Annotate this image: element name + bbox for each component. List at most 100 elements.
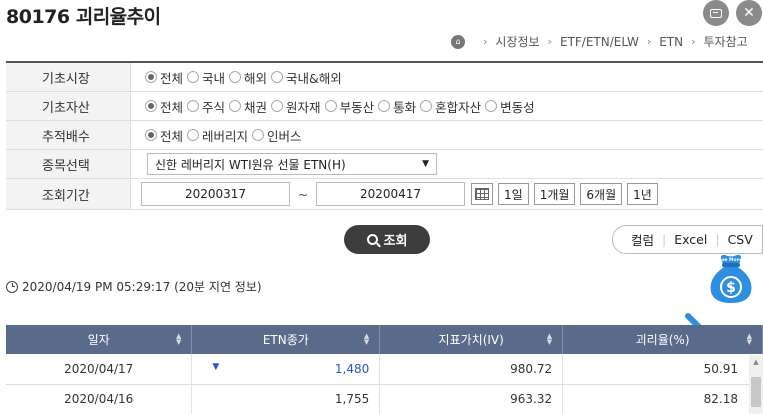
start-date-input[interactable]: 20200317 <box>141 182 290 206</box>
radio-asset-currency[interactable]: 통화 <box>378 97 416 116</box>
scroll-thumb[interactable] <box>751 377 761 407</box>
scroll-up-icon[interactable]: ▲ <box>749 355 763 369</box>
table-scrollbar[interactable]: ▲ <box>749 355 763 414</box>
radio-asset-all[interactable]: 전체 <box>145 97 183 116</box>
clock-icon <box>6 280 18 293</box>
period-1m-button[interactable]: 1개월 <box>533 183 576 205</box>
breadcrumb-item-etf[interactable]: ETF/ETN/ELW <box>560 35 639 49</box>
cell-iv: 963.32 <box>379 384 564 414</box>
radio-icon[interactable] <box>420 100 433 112</box>
radio-label: 해외 <box>244 70 268 86</box>
radio-icon[interactable] <box>324 100 337 112</box>
expand-button[interactable] <box>703 0 729 26</box>
radio-market-both[interactable]: 국내&해외 <box>271 68 342 87</box>
radio-multiple-inverse[interactable]: 인버스 <box>252 126 302 145</box>
close-button[interactable]: ✕ <box>736 0 762 26</box>
radio-label: 전체 <box>160 99 184 115</box>
period-1y-button[interactable]: 1년 <box>627 183 658 205</box>
sort-icon[interactable]: ▲ ▼ <box>176 333 181 346</box>
radio-asset-bond[interactable]: 채권 <box>229 97 267 116</box>
radio-icon[interactable] <box>145 71 157 83</box>
radio-label: 통화 <box>393 99 417 115</box>
money-bag-symbol: $ <box>726 280 736 296</box>
radio-icon[interactable] <box>187 129 200 141</box>
product-select[interactable]: 신한 레버리지 WTI원유 선물 ETN(H) ▼ <box>147 153 437 175</box>
breadcrumb-item-market[interactable]: 시장정보 <box>495 33 539 50</box>
filter-label: 종목선택 <box>6 150 131 178</box>
radio-asset-mixed[interactable]: 혼합자산 <box>420 97 481 116</box>
column-header-gap[interactable]: 괴리율(%) ▲ ▼ <box>562 325 763 354</box>
breadcrumb: ⌂ › 시장정보 › ETF/ETN/ELW › ETN › 투자참고 <box>451 33 748 50</box>
radio-icon[interactable] <box>271 100 284 112</box>
radio-icon[interactable] <box>229 71 242 83</box>
money-bag-label: Blue Money <box>716 257 746 263</box>
search-button[interactable]: 조회 <box>344 225 430 254</box>
radio-multiple-all[interactable]: 전체 <box>145 126 183 145</box>
home-icon[interactable]: ⌂ <box>451 34 465 49</box>
radio-icon[interactable] <box>187 71 200 83</box>
radio-icon[interactable] <box>252 129 265 141</box>
cell-gap: 82.18 <box>562 384 763 414</box>
table-header-row: 일자 ▲ ▼ ETN종가 ▲ ▼ 지표가치(IV) ▲ ▼ 괴리율(%) ▲ ▼ <box>6 325 763 354</box>
breadcrumb-item-etn[interactable]: ETN <box>659 35 683 49</box>
column-header-label: 괴리율(%) <box>635 333 690 347</box>
radio-icon[interactable] <box>145 129 157 141</box>
dropdown-arrow-icon: ▼ <box>422 159 429 169</box>
radio-market-domestic[interactable]: 국내 <box>187 68 225 87</box>
breadcrumb-separator: › <box>691 35 696 48</box>
calendar-button[interactable] <box>471 183 493 205</box>
timestamp-text: 2020/04/19 PM 05:29:17 (20분 지연 정보) <box>22 280 262 294</box>
radio-asset-stock[interactable]: 주식 <box>187 97 225 116</box>
radio-icon[interactable] <box>378 100 391 112</box>
expand-icon <box>710 8 722 18</box>
gap-trend-table: 일자 ▲ ▼ ETN종가 ▲ ▼ 지표가치(IV) ▲ ▼ 괴리율(%) ▲ ▼ 2020/04… <box>6 325 763 414</box>
sort-icon[interactable]: ▲ ▼ <box>364 333 369 346</box>
breadcrumb-item-reference[interactable]: 투자참고 <box>704 33 748 50</box>
money-bag-icon: Blue Money $ <box>710 254 752 303</box>
breadcrumb-separator: › <box>547 35 552 48</box>
filter-label: 기초자산 <box>6 92 131 120</box>
radio-icon[interactable] <box>229 100 242 112</box>
excel-export-button[interactable]: Excel <box>674 232 707 247</box>
product-select-wrap: 신한 레버리지 WTI원유 선물 ETN(H) ▼ <box>131 153 437 175</box>
export-divider: | <box>715 232 720 247</box>
sort-icon[interactable]: ▲ ▼ <box>547 333 552 346</box>
down-arrow-icon: ▼ <box>212 361 220 372</box>
page-title: 80176 괴리율추이 <box>6 6 161 28</box>
radio-label: 주식 <box>202 99 226 115</box>
end-date-input[interactable]: 20200417 <box>316 182 465 206</box>
radio-label: 원자재 <box>286 99 321 115</box>
radio-label: 국내&해외 <box>286 70 342 86</box>
filter-row-asset: 기초자산 전체 주식 채권 원자재 부동산 통화 혼합자산 변동성 <box>6 92 763 121</box>
radio-market-overseas[interactable]: 해외 <box>229 68 267 87</box>
radio-market-all[interactable]: 전체 <box>145 68 183 87</box>
export-divider: | <box>662 232 667 247</box>
period-controls: 20200317 ~ 20200417 1일 1개월 6개월 1년 <box>131 182 658 206</box>
radio-asset-commodity[interactable]: 원자재 <box>271 97 321 116</box>
period-6m-button[interactable]: 6개월 <box>580 183 623 205</box>
column-header-label: 일자 <box>87 333 110 347</box>
sort-icon[interactable]: ▲ ▼ <box>747 333 752 346</box>
column-settings-button[interactable]: 컬럼 <box>631 230 654 249</box>
column-header-date[interactable]: 일자 ▲ ▼ <box>6 325 193 354</box>
date-range-separator: ~ <box>297 186 309 202</box>
column-header-close[interactable]: ETN종가 ▲ ▼ <box>191 325 381 354</box>
period-1d-button[interactable]: 1일 <box>498 183 529 205</box>
filter-label: 기초시장 <box>6 63 131 91</box>
radio-icon[interactable] <box>145 100 157 112</box>
radio-asset-realestate[interactable]: 부동산 <box>324 97 374 116</box>
radio-icon[interactable] <box>271 71 284 83</box>
filter-label: 추적배수 <box>6 121 131 149</box>
cell-date: 2020/04/17 <box>6 354 193 385</box>
filter-row-product: 종목선택 신한 레버리지 WTI원유 선물 ETN(H) ▼ <box>6 150 763 179</box>
radio-icon[interactable] <box>187 100 200 112</box>
column-header-iv[interactable]: 지표가치(IV) ▲ ▼ <box>379 325 564 354</box>
column-header-label: ETN종가 <box>262 333 309 347</box>
csv-export-button[interactable]: CSV <box>728 232 753 247</box>
cell-close: ▼ 1,480 <box>191 354 381 385</box>
update-timestamp: 2020/04/19 PM 05:29:17 (20분 지연 정보) <box>6 278 262 295</box>
radio-multiple-leverage[interactable]: 레버리지 <box>187 126 248 145</box>
radio-icon[interactable] <box>485 100 498 112</box>
breadcrumb-separator: › <box>483 35 488 48</box>
radio-asset-volatility[interactable]: 변동성 <box>485 97 535 116</box>
